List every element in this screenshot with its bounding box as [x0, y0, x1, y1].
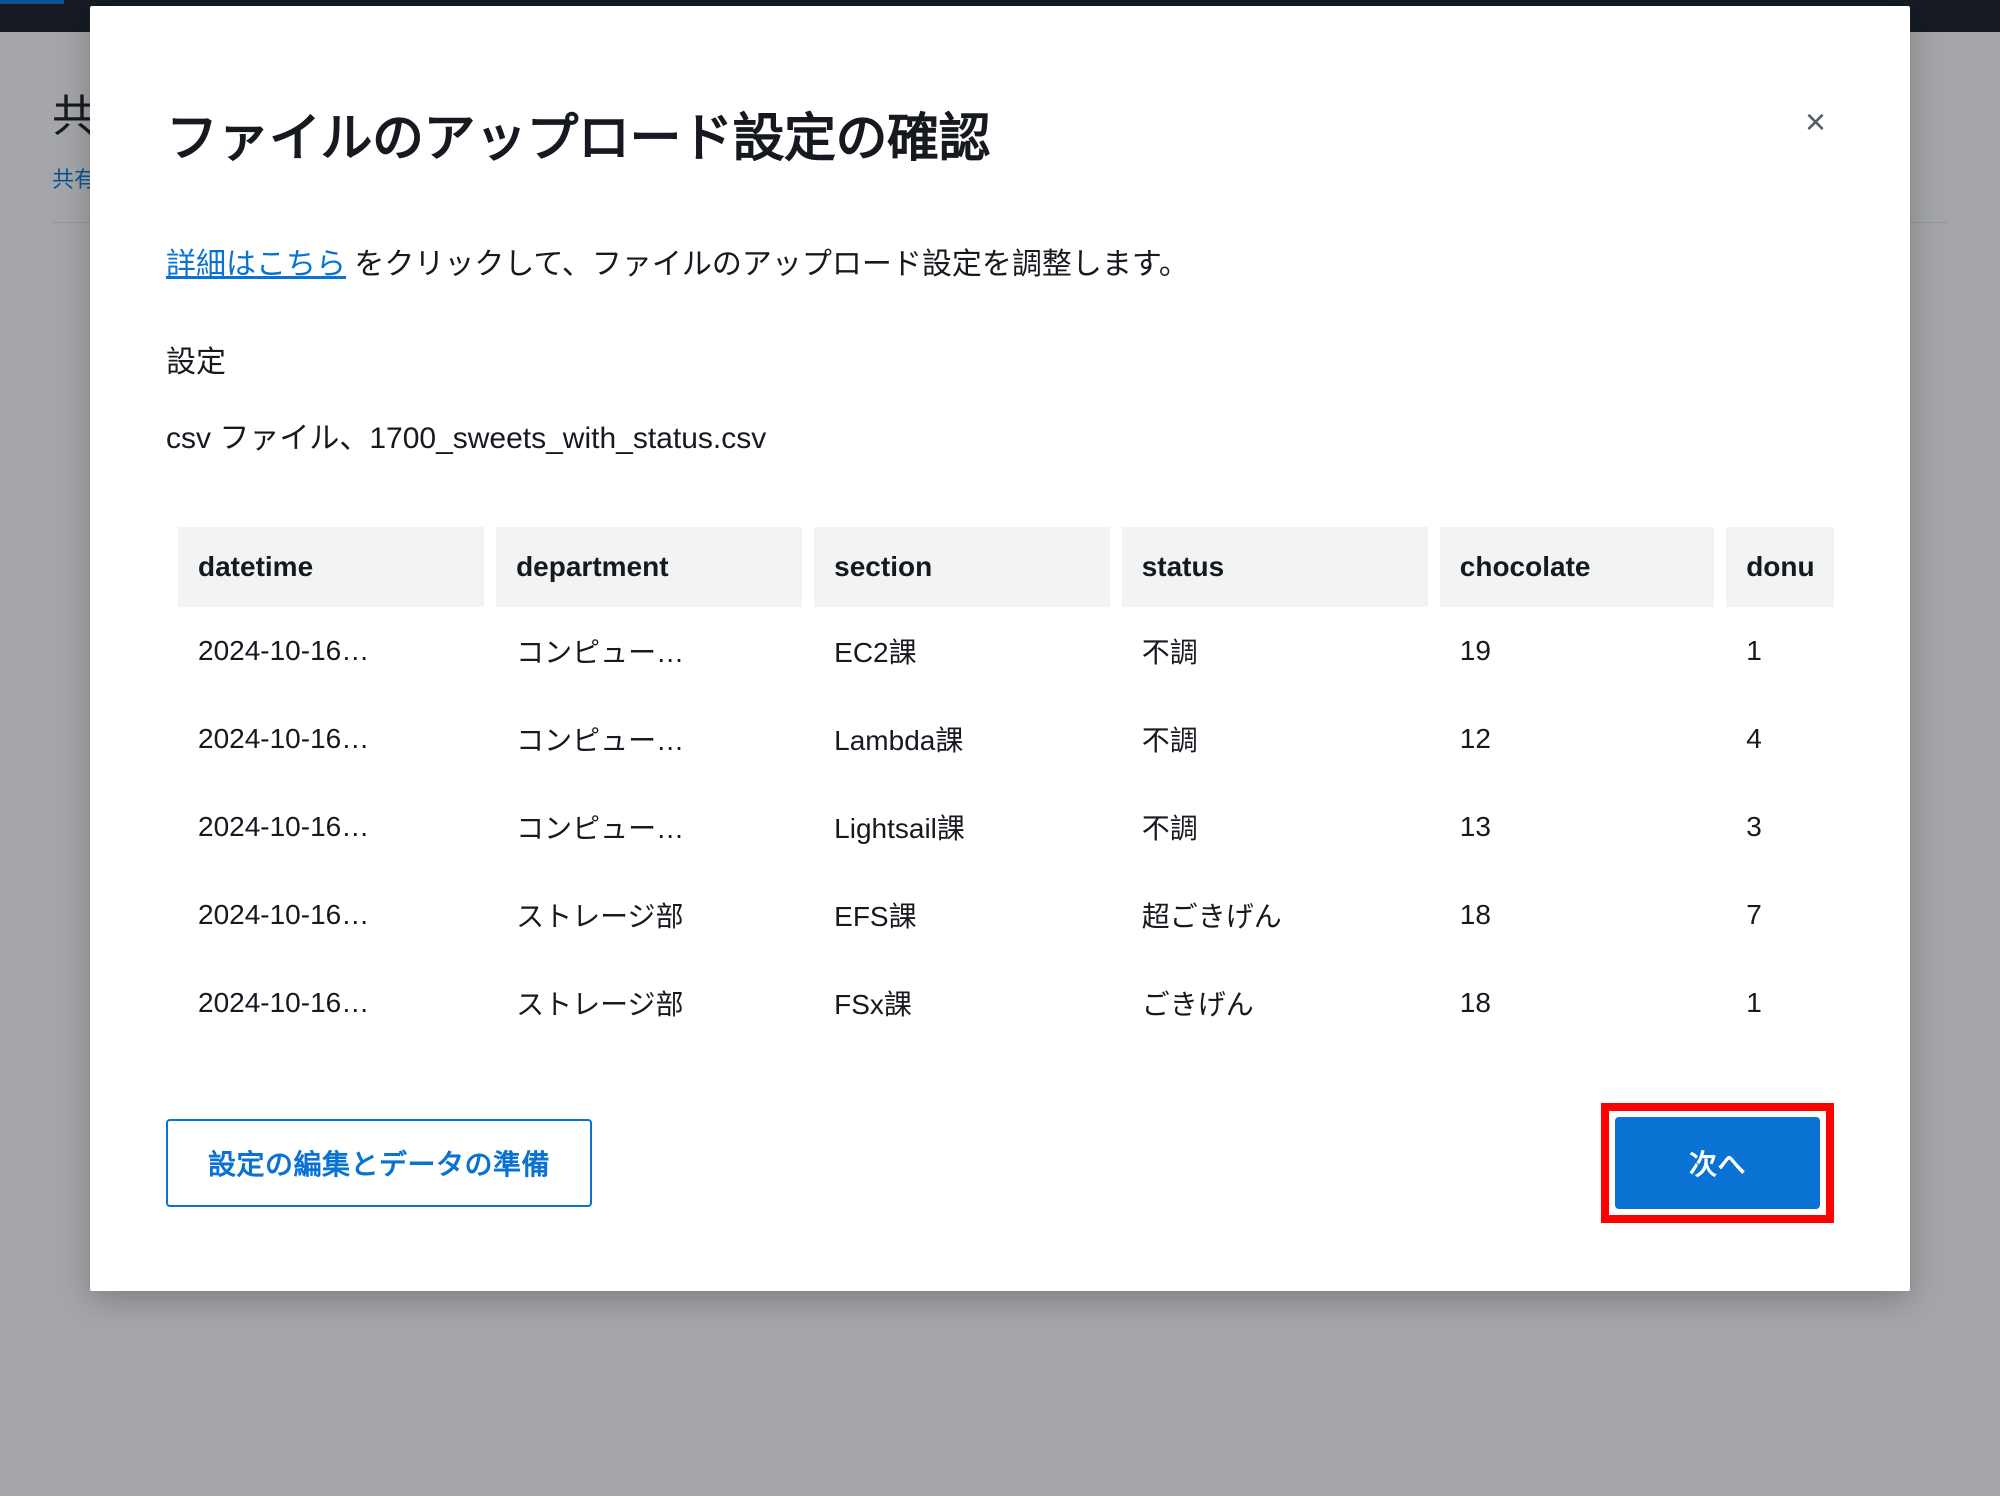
table-row: 2024-10-16… コンピュー… EC2課 不調 19 1	[178, 607, 1834, 695]
settings-label: 設定	[166, 337, 1834, 381]
table-header-row: datetime department section status choco…	[178, 527, 1834, 607]
cell-section: Lightsail課	[814, 783, 1110, 871]
cell-donu: 1	[1726, 607, 1834, 695]
cell-section: FSx課	[814, 959, 1110, 1047]
modal-title: ファイルのアップロード設定の確認	[166, 96, 990, 171]
col-chocolate: chocolate	[1440, 527, 1714, 607]
cell-status: ごきげん	[1122, 959, 1428, 1047]
cell-chocolate: 18	[1440, 959, 1714, 1047]
next-button[interactable]: 次へ	[1615, 1117, 1820, 1209]
cell-datetime: 2024-10-16…	[178, 695, 484, 783]
table-row: 2024-10-16… ストレージ部 FSx課 ごきげん 18 1	[178, 959, 1834, 1047]
col-department: department	[496, 527, 802, 607]
modal-footer: 設定の編集とデータの準備 次へ	[90, 1055, 1910, 1291]
cell-chocolate: 18	[1440, 871, 1714, 959]
col-datetime: datetime	[178, 527, 484, 607]
table-row: 2024-10-16… コンピュー… Lambda課 不調 12 4	[178, 695, 1834, 783]
modal-header: ファイルのアップロード設定の確認 ×	[90, 6, 1910, 171]
file-line: csv ファイル、1700_sweets_with_status.csv	[166, 413, 1834, 457]
cell-datetime: 2024-10-16…	[178, 607, 484, 695]
table-row: 2024-10-16… ストレージ部 EFS課 超ごきげん 18 7	[178, 871, 1834, 959]
cell-chocolate: 13	[1440, 783, 1714, 871]
modal-overlay: ファイルのアップロード設定の確認 × 詳細はこちら をクリックして、ファイルのア…	[0, 0, 2000, 1496]
details-link[interactable]: 詳細はこちら	[166, 248, 346, 281]
cell-status: 不調	[1122, 783, 1428, 871]
col-status: status	[1122, 527, 1428, 607]
table-row: 2024-10-16… コンピュー… Lightsail課 不調 13 3	[178, 783, 1834, 871]
preview-table-scroll[interactable]: datetime department section status choco…	[166, 527, 1834, 1055]
cell-donu: 7	[1726, 871, 1834, 959]
cell-donu: 3	[1726, 783, 1834, 871]
cell-datetime: 2024-10-16…	[178, 959, 484, 1047]
modal-body: 詳細はこちら をクリックして、ファイルのアップロード設定を調整します。 設定 c…	[90, 171, 1910, 1055]
cell-department: コンピュー…	[496, 783, 802, 871]
cell-status: 不調	[1122, 695, 1428, 783]
cell-section: EFS課	[814, 871, 1110, 959]
cell-department: コンピュー…	[496, 695, 802, 783]
cell-status: 不調	[1122, 607, 1428, 695]
cell-donu: 1	[1726, 959, 1834, 1047]
info-rest-text: をクリックして、ファイルのアップロード設定を調整します。	[346, 248, 1189, 281]
upload-confirm-modal: ファイルのアップロード設定の確認 × 詳細はこちら をクリックして、ファイルのア…	[90, 6, 1910, 1291]
edit-settings-button[interactable]: 設定の編集とデータの準備	[166, 1119, 592, 1207]
cell-chocolate: 12	[1440, 695, 1714, 783]
col-section: section	[814, 527, 1110, 607]
info-line: 詳細はこちら をクリックして、ファイルのアップロード設定を調整します。	[166, 241, 1834, 289]
col-donu: donu	[1726, 527, 1834, 607]
next-button-highlight: 次へ	[1601, 1103, 1834, 1223]
cell-department: ストレージ部	[496, 959, 802, 1047]
cell-department: コンピュー…	[496, 607, 802, 695]
cell-donu: 4	[1726, 695, 1834, 783]
cell-department: ストレージ部	[496, 871, 802, 959]
preview-table: datetime department section status choco…	[166, 527, 1834, 1047]
cell-datetime: 2024-10-16…	[178, 871, 484, 959]
cell-section: Lambda課	[814, 695, 1110, 783]
cell-datetime: 2024-10-16…	[178, 783, 484, 871]
cell-chocolate: 19	[1440, 607, 1714, 695]
cell-section: EC2課	[814, 607, 1110, 695]
close-icon[interactable]: ×	[1797, 96, 1834, 148]
cell-status: 超ごきげん	[1122, 871, 1428, 959]
